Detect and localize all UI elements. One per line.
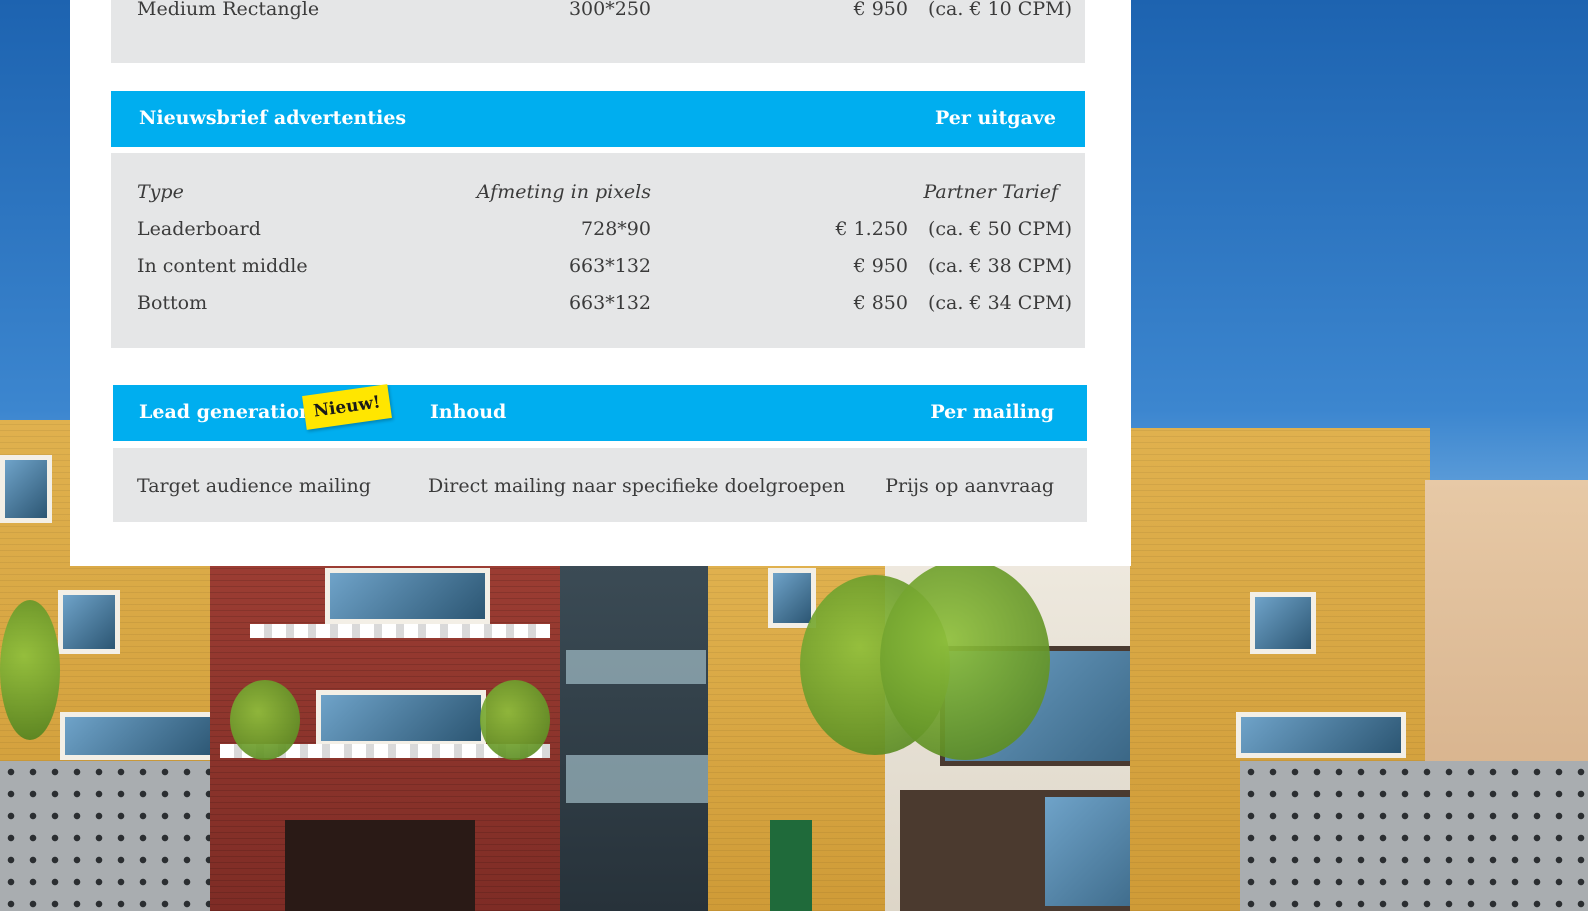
lead-generation-title: Lead generation bbox=[139, 401, 313, 423]
tree bbox=[480, 680, 550, 760]
lead-generation-table: Target audience mailing Direct mailing n… bbox=[113, 448, 1087, 522]
tree bbox=[0, 600, 60, 740]
row-type: Bottom bbox=[137, 292, 208, 314]
lead-content-header: Inhoud bbox=[430, 401, 507, 423]
row-price: € 1.250 bbox=[835, 218, 908, 240]
window bbox=[60, 712, 220, 760]
lead-period: Per mailing bbox=[930, 401, 1054, 423]
window bbox=[58, 590, 120, 654]
window bbox=[316, 690, 486, 746]
window bbox=[1250, 592, 1316, 654]
newsletter-table: Type Afmeting in pixels Partner Tarief L… bbox=[111, 153, 1085, 348]
row-type: Leaderboard bbox=[137, 218, 261, 240]
row-price: € 850 bbox=[853, 292, 908, 314]
window bbox=[0, 455, 52, 523]
glass-balcony bbox=[566, 755, 726, 803]
lead-row-content: Direct mailing naar specifieke doelgroep… bbox=[428, 475, 846, 497]
column-header-type: Type bbox=[137, 181, 184, 203]
balcony-rail bbox=[250, 624, 550, 638]
row-size: 663*132 bbox=[568, 292, 651, 314]
row-type: In content middle bbox=[137, 255, 308, 277]
row-price: € 950 bbox=[853, 0, 908, 20]
newsletter-period: Per uitgave bbox=[934, 107, 1056, 129]
pricing-card: Medium Rectangle 300*250 € 950 (ca. € 10… bbox=[70, 0, 1131, 566]
window bbox=[768, 568, 816, 628]
row-type: Medium Rectangle bbox=[137, 0, 320, 20]
row-price: € 950 bbox=[853, 255, 908, 277]
lead-row-price: Prijs op aanvraag bbox=[885, 475, 1054, 497]
building-dark bbox=[560, 565, 710, 911]
column-header-rate: Partner Tarief bbox=[923, 181, 1058, 203]
green-door bbox=[770, 820, 812, 911]
window bbox=[1236, 712, 1406, 758]
tree bbox=[230, 680, 300, 760]
lead-row-type: Target audience mailing bbox=[137, 475, 371, 497]
row-size: 663*132 bbox=[568, 255, 651, 277]
window bbox=[325, 568, 490, 624]
glass-balcony bbox=[566, 650, 706, 684]
column-header-size: Afmeting in pixels bbox=[476, 181, 651, 203]
lead-generation-header: Lead generation Inhoud Per mailing bbox=[113, 385, 1087, 441]
tree bbox=[880, 560, 1050, 760]
row-cpm: (ca. € 34 CPM) bbox=[928, 292, 1072, 314]
row-size: 300*250 bbox=[568, 0, 651, 20]
newsletter-header: Nieuwsbrief advertenties Per uitgave bbox=[111, 91, 1085, 147]
doorway bbox=[285, 820, 475, 911]
row-cpm: (ca. € 10 CPM) bbox=[928, 0, 1072, 20]
row-size: 728*90 bbox=[581, 218, 651, 240]
display-ads-table: Medium Rectangle 300*250 € 950 (ca. € 10… bbox=[111, 0, 1085, 63]
newsletter-title: Nieuwsbrief advertenties bbox=[139, 107, 407, 129]
perforated-panel bbox=[0, 761, 210, 911]
row-cpm: (ca. € 50 CPM) bbox=[928, 218, 1072, 240]
perforated-panel bbox=[1240, 761, 1588, 911]
row-cpm: (ca. € 38 CPM) bbox=[928, 255, 1072, 277]
